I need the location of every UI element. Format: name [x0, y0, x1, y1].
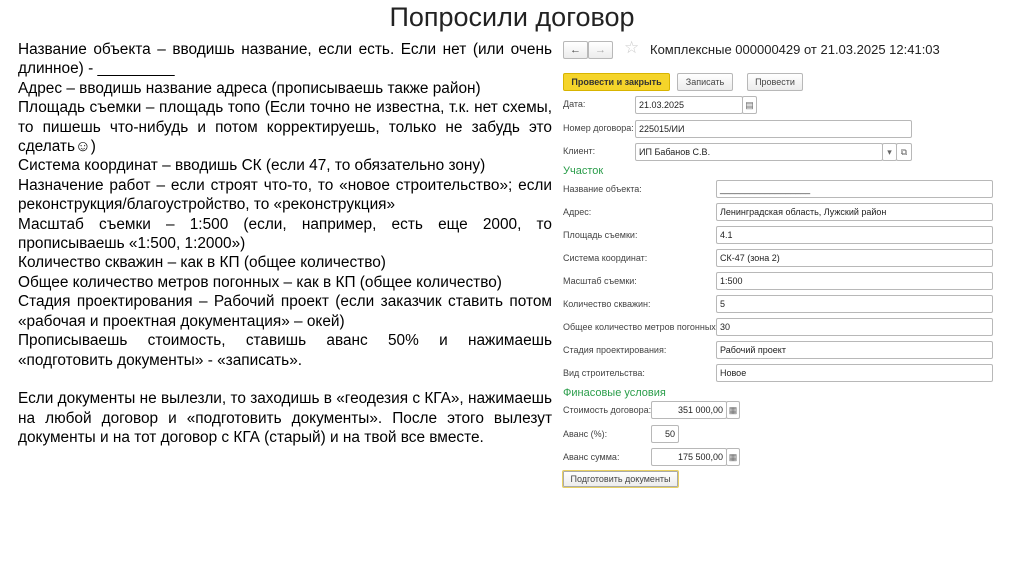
post-button[interactable]: Провести — [747, 73, 803, 91]
calculator-icon[interactable]: ▦ — [726, 448, 740, 466]
site-field-label: Масштаб съемки: — [563, 276, 637, 286]
section-site: Участок — [563, 165, 604, 177]
section-finance: Финасовые условия — [563, 387, 666, 399]
instruction: Адрес – вводишь название адреса (прописы… — [18, 79, 481, 97]
slide-title: Попросили договор — [389, 2, 635, 32]
advance-pct-label: Аванс (%): — [563, 429, 608, 439]
instruction: Если документы не вылезли, то заходишь в… — [18, 390, 552, 447]
forward-button[interactable]: → — [588, 41, 613, 59]
save-button[interactable]: Записать — [677, 73, 733, 91]
site-field-input[interactable]: 1:500 — [716, 272, 993, 290]
arrow-right-icon: → — [595, 44, 606, 56]
instruction: Количество скважин – как в КП (общее кол… — [18, 254, 386, 272]
advance-sum-label: Аванс сумма: — [563, 452, 620, 462]
date-label: Дата: — [563, 99, 586, 109]
advance-pct-field[interactable]: 50 — [651, 425, 679, 443]
back-button[interactable]: ← — [563, 41, 588, 59]
post-and-close-button[interactable]: Провести и закрыть — [563, 73, 670, 91]
instruction: Площадь съемки – площадь топо (Если точн… — [18, 99, 552, 156]
instruction: Масштаб съемки – 1:500 (если, например, … — [18, 215, 552, 253]
site-field-input[interactable]: 4.1 — [716, 226, 993, 244]
star-icon[interactable]: ☆ — [624, 38, 639, 58]
site-field-label: Площадь съемки: — [563, 230, 638, 240]
site-field-label: Вид строительства: — [563, 368, 645, 378]
site-field-label: Количество скважин: — [563, 299, 651, 309]
site-field-input[interactable]: 30 — [716, 318, 993, 336]
instructions-text: Название объекта – вводишь название, есл… — [18, 40, 552, 448]
cost-label: Стоимость договора: — [563, 405, 652, 415]
site-field-label: Адрес: — [563, 207, 592, 217]
site-field-input[interactable]: СК-47 (зона 2) — [716, 249, 993, 267]
instruction: Название объекта – вводишь название, есл… — [18, 41, 552, 78]
instruction: Прописываешь стоимость, ставишь аванс 50… — [18, 332, 552, 369]
site-field-input[interactable]: __________________ — [716, 180, 993, 198]
site-field-input[interactable]: Новое — [716, 364, 993, 382]
contract-no-label: Номер договора: — [563, 123, 634, 133]
dropdown-icon[interactable]: ▾ — [882, 143, 897, 161]
cost-field[interactable]: 351 000,00 — [651, 401, 727, 419]
calculator-icon[interactable]: ▦ — [726, 401, 740, 419]
site-field-label: Общее количество метров погонных: — [563, 322, 719, 332]
site-field-label: Название объекта: — [563, 184, 642, 194]
client-field[interactable]: ИП Бабанов С.В. — [635, 143, 883, 161]
site-field-input[interactable]: Рабочий проект — [716, 341, 993, 359]
advance-sum-field[interactable]: 175 500,00 — [651, 448, 727, 466]
site-field-label: Стадия проектирования: — [563, 345, 667, 355]
open-icon[interactable]: ⧉ — [896, 143, 912, 161]
arrow-left-icon: ← — [570, 44, 581, 56]
date-field[interactable]: 21.03.2025 — [635, 96, 743, 114]
calendar-icon[interactable]: ▤ — [742, 96, 757, 114]
form-title: Комплексные 000000429 от 21.03.2025 12:4… — [650, 42, 940, 57]
contract-no-field[interactable]: 225015/ИИ — [635, 120, 912, 138]
instruction: Стадия проектирования – Рабочий проект (… — [18, 293, 552, 330]
instruction: Назначение работ – если строят что-то, т… — [18, 176, 552, 214]
instruction: Общее количество метров погонных – как в… — [18, 273, 502, 291]
site-field-input[interactable]: 5 — [716, 295, 993, 313]
instruction: Система координат – вводишь СК (если 47,… — [18, 157, 486, 175]
client-label: Клиент: — [563, 146, 596, 156]
prepare-documents-button[interactable]: Подготовить документы — [562, 470, 679, 488]
site-field-input[interactable]: Ленинградская область, Лужский район — [716, 203, 993, 221]
site-field-label: Система координат: — [563, 253, 648, 263]
